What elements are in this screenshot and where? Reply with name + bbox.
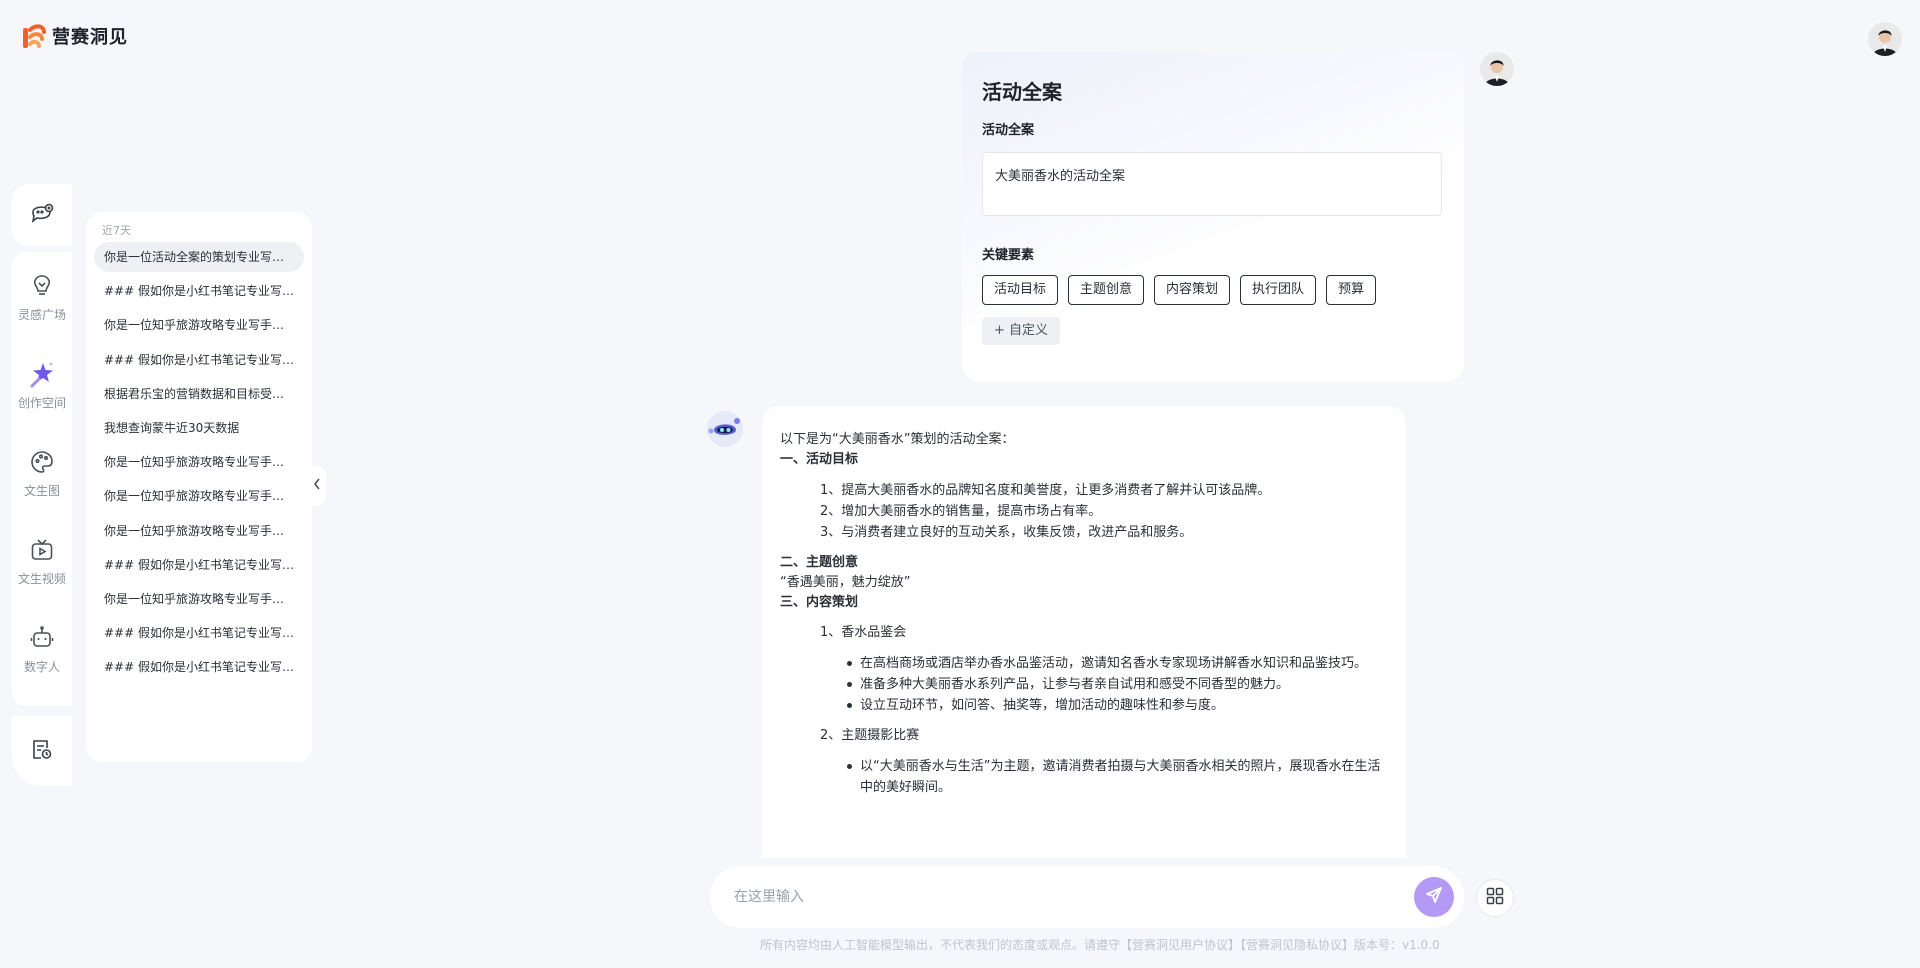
user-avatar (1480, 52, 1514, 86)
nav-label: 文生视频 (17, 572, 66, 586)
magic-star-icon (28, 360, 56, 388)
key-elements-label: 关键要素 (982, 248, 1035, 263)
send-icon (1424, 885, 1444, 909)
history-icon (30, 737, 54, 765)
lightbulb-icon (28, 272, 56, 300)
app-name: 营赛洞见 (52, 27, 128, 48)
add-custom-tag-button[interactable]: + 自定义 (982, 317, 1061, 345)
video-icon (28, 536, 56, 564)
section-title: 三、内容策划 (780, 595, 859, 610)
history-item[interactable]: 你是一位知乎旅游攻略专业写手，... (94, 310, 304, 340)
goals-list: 1、提高大美丽香水的品牌知名度和美誉度，让更多消费者了解并认可该品牌。 2、增加… (780, 480, 1388, 543)
bullet-item: 以“大美丽香水与生活”为主题，邀请消费者拍摄与大美丽香水相关的照片，展现香水在生… (847, 756, 1388, 798)
history-group-label: 近7天 (102, 224, 131, 237)
nav-text-to-image[interactable]: 文生图 (12, 442, 72, 530)
history-item[interactable]: ### 假如你是小红书笔记专业写手... (94, 618, 304, 648)
field-label: 活动全案 (982, 123, 1035, 138)
history-item[interactable]: ### 假如你是小红书笔记专业写手... (94, 345, 304, 375)
footer-disclaimer: 所有内容均由人工智能模型输出，不代表我们的态度或观点。请遵守【营赛洞见用户协议】… (760, 938, 1440, 952)
history-item[interactable]: 根据君乐宝的营销数据和目标受众... (94, 379, 304, 409)
sub-heading: 1、香水品鉴会 (820, 625, 907, 640)
form-title: 活动全案 (982, 80, 1062, 104)
list-item: 1、提高大美丽香水的品牌知名度和美誉度，让更多消费者了解并认可该品牌。 (820, 483, 1271, 498)
key-elements-tags: 活动目标 主题创意 内容策划 执行团队 预算 (982, 275, 1444, 305)
chevron-left-icon (313, 478, 321, 494)
send-button[interactable] (1414, 877, 1454, 917)
history-item[interactable]: 你是一位活动全案的策划专业写手，... (94, 242, 304, 272)
history-panel: 近7天 你是一位活动全案的策划专业写手，... ### 假如你是小红书笔记专业写… (86, 212, 312, 762)
logo-icon (22, 22, 46, 50)
section-title: 一、活动目标 (780, 452, 859, 467)
bot-avatar (706, 410, 744, 448)
nav-label: 数字人 (23, 660, 60, 674)
tag-budget[interactable]: 预算 (1326, 275, 1377, 305)
chat-input-bar (710, 866, 1464, 928)
nav-label: 文生图 (23, 484, 60, 498)
tag-content[interactable]: 内容策划 (1154, 275, 1231, 305)
nav-text-to-video[interactable]: 文生视频 (12, 530, 72, 618)
history-item[interactable]: 你是一位知乎旅游攻略专业写手，... (94, 447, 304, 477)
bullet-list: 以“大美丽香水与生活”为主题，邀请消费者拍摄与大美丽香水相关的照片，展现香水在生… (780, 756, 1388, 798)
list-item: 3、与消费者建立良好的互动关系，收集反馈，改进产品和服务。 (820, 525, 1193, 540)
prompt-form-card: 活动全案 活动全案 大美丽香水的活动全案 关键要素 活动目标 主题创意 内容策划… (962, 52, 1464, 382)
user-avatar-top[interactable] (1868, 22, 1902, 56)
apps-grid-button[interactable] (1476, 879, 1514, 917)
chat-new-button[interactable] (12, 184, 72, 246)
app-logo[interactable]: 营赛洞见 (22, 22, 128, 50)
history-item[interactable]: ### 假如你是小红书笔记专业写手... (94, 276, 304, 306)
side-nav: 灵感广场 创作空间 文生图 文生视频 数字人 (12, 252, 72, 706)
robot-icon (28, 624, 56, 652)
bullet-list: 在高档商场或酒店举办香水品鉴活动，邀请知名香水专家现场讲解香水知识和品鉴技巧。 … (780, 653, 1388, 716)
theme-text: “香遇美丽，魅力绽放” (780, 575, 911, 590)
history-item[interactable]: ### 假如你是小红书笔记专业写手... (94, 550, 304, 580)
bullet-item: 在高档商场或酒店举办香水品鉴活动，邀请知名香水专家现场讲解香水知识和品鉴技巧。 (847, 653, 1388, 674)
campaign-field[interactable]: 大美丽香水的活动全案 (982, 152, 1442, 216)
tag-goal[interactable]: 活动目标 (982, 275, 1059, 305)
history-toggle-button[interactable] (12, 716, 72, 786)
collapse-panel-button[interactable] (308, 466, 326, 506)
message-intro: 以下是为“大美丽香水”策划的活动全案： (780, 432, 1015, 447)
history-item[interactable]: ### 假如你是小红书笔记专业写手... (94, 652, 304, 682)
chat-input[interactable] (734, 889, 1414, 905)
list-item: 2、增加大美丽香水的销售量，提高市场占有率。 (820, 504, 1102, 519)
nav-creation[interactable]: 创作空间 (12, 354, 72, 442)
section-title: 二、主题创意 (780, 555, 859, 570)
chat-bubble-icon (29, 200, 55, 230)
history-item[interactable]: 你是一位知乎旅游攻略专业写手，... (94, 516, 304, 546)
history-item[interactable]: 你是一位知乎旅游攻略专业写手，... (94, 584, 304, 614)
bot-message: 以下是为“大美丽香水”策划的活动全案： 一、活动目标 1、提高大美丽香水的品牌知… (762, 406, 1406, 858)
nav-inspiration[interactable]: 灵感广场 (12, 266, 72, 354)
grid-icon (1485, 886, 1505, 910)
bullet-item: 设立互动环节，如问答、抽奖等，增加活动的趣味性和参与度。 (847, 695, 1388, 716)
history-item[interactable]: 我想查询蒙牛近30天数据 (94, 413, 304, 443)
nav-label: 灵感广场 (17, 308, 66, 322)
nav-digital-human[interactable]: 数字人 (12, 618, 72, 706)
nav-label: 创作空间 (17, 396, 66, 410)
bullet-item: 准备多种大美丽香水系列产品，让参与者亲自试用和感受不同香型的魅力。 (847, 674, 1388, 695)
palette-icon (28, 448, 56, 476)
tag-theme[interactable]: 主题创意 (1068, 275, 1145, 305)
tag-team[interactable]: 执行团队 (1240, 275, 1317, 305)
sub-heading: 2、主题摄影比赛 (820, 728, 920, 743)
history-item[interactable]: 你是一位知乎旅游攻略专业写手，... (94, 481, 304, 511)
